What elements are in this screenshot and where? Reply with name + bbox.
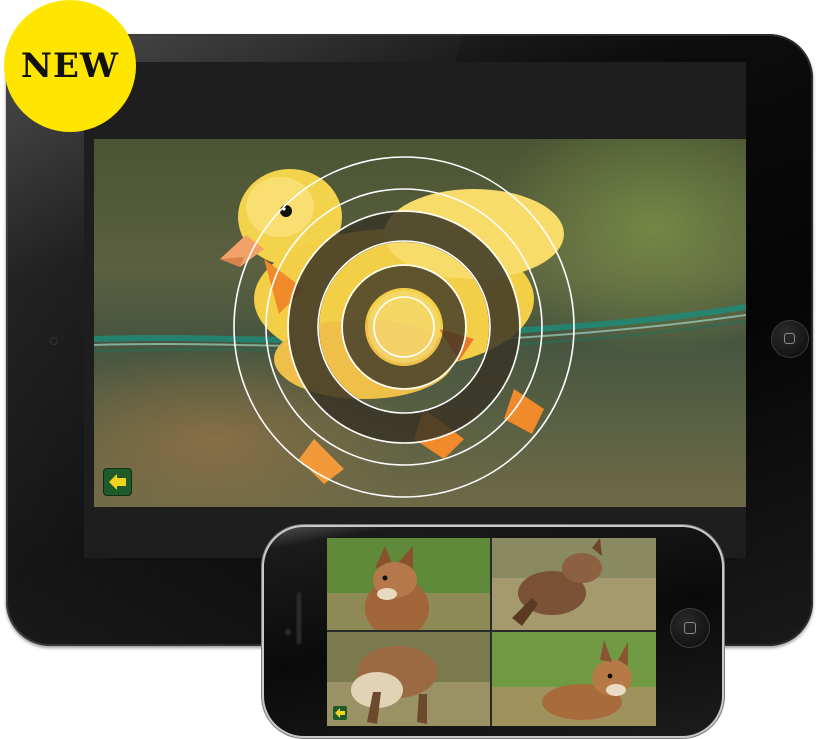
fox-tile-bottom-right[interactable] [492, 632, 656, 726]
phone-home-button[interactable] [670, 608, 710, 648]
duck-photo-art [94, 156, 746, 498]
new-badge-label: NEW [20, 46, 120, 86]
fox-photo-art [492, 538, 656, 630]
home-button-icon [684, 622, 696, 634]
fox-tile-top-left[interactable] [327, 538, 490, 630]
home-button-icon [784, 333, 795, 344]
tablet-camera [50, 337, 58, 345]
arrow-left-icon [109, 474, 126, 490]
phone-back-button[interactable] [333, 706, 347, 720]
fox-tile-top-right[interactable] [492, 538, 656, 630]
phone-speaker [296, 591, 302, 645]
new-badge: NEW [4, 0, 136, 132]
fox-tile-bottom-left[interactable] [327, 632, 490, 726]
fox-photo-art [327, 632, 490, 726]
tablet-home-button[interactable] [771, 320, 809, 358]
phone-camera [285, 629, 291, 635]
arrow-left-icon [335, 708, 345, 718]
fox-photo-art [327, 538, 490, 630]
duck-puzzle-image[interactable] [94, 139, 746, 507]
fox-photo-art [492, 632, 656, 726]
back-button[interactable] [104, 469, 131, 495]
